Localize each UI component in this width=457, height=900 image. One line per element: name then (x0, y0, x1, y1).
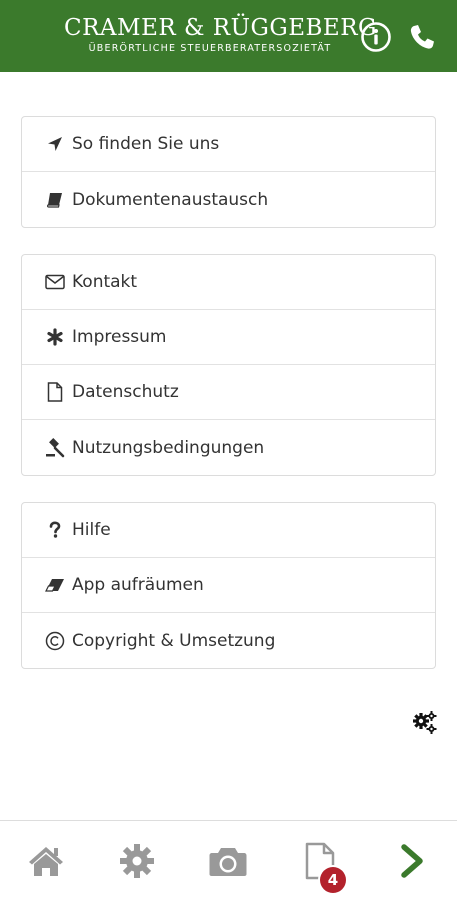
menu-group-app: Hilfe App aufräumen Copyright & Umsetzun… (21, 502, 436, 669)
gears-icon (413, 711, 437, 734)
tab-next[interactable] (392, 841, 432, 881)
chevron-right-icon (401, 844, 423, 878)
menu-item-contact[interactable]: Kontakt (22, 255, 435, 310)
tab-home[interactable] (26, 841, 66, 881)
menu-item-imprint[interactable]: Impressum (22, 310, 435, 365)
menu-item-label: Hilfe (72, 520, 111, 540)
info-circle-icon (361, 22, 391, 52)
phone-button[interactable] (406, 21, 438, 53)
camera-icon (209, 848, 247, 876)
menu-item-label: So finden Sie uns (72, 134, 220, 154)
menu-item-document-exchange[interactable]: Dokumentenaustausch (22, 172, 435, 227)
info-button[interactable] (360, 21, 392, 53)
menu-group-location: So finden Sie uns Dokumentenaustausch (21, 116, 436, 228)
menu-item-help[interactable]: Hilfe (22, 503, 435, 558)
menu-item-label: Datenschutz (72, 382, 179, 402)
location-arrow-icon (44, 133, 66, 155)
menu-item-label: App aufräumen (72, 575, 204, 595)
document-count-badge: 4 (320, 867, 346, 893)
menu-item-privacy[interactable]: Datenschutz (22, 365, 435, 420)
tab-camera[interactable] (208, 841, 248, 881)
eraser-icon (44, 574, 66, 596)
menu-item-copyright[interactable]: Copyright & Umsetzung (22, 613, 435, 668)
envelope-icon (44, 271, 66, 293)
brand-logo: CRAMER & RÜGGEBERG ÜBERÖRTLICHE STEUERBE… (64, 14, 377, 55)
gear-icon (120, 844, 154, 878)
copyright-icon (44, 630, 66, 652)
brand-title: CRAMER & RÜGGEBERG (64, 15, 377, 41)
menu-item-terms[interactable]: Nutzungsbedingungen (22, 420, 435, 475)
menu-item-label: Dokumentenaustausch (72, 189, 269, 210)
settings-button[interactable] (412, 710, 438, 736)
gavel-icon (44, 437, 66, 459)
menu-item-label: Copyright & Umsetzung (72, 630, 276, 651)
menu-item-cleanup[interactable]: App aufräumen (22, 558, 435, 613)
phone-icon (410, 25, 434, 49)
menu-group-legal: Kontakt Impressum Datenschutz Nutzungsbe… (21, 254, 436, 476)
home-icon (29, 847, 63, 876)
asterisk-icon (44, 326, 66, 348)
brand-subtitle: ÜBERÖRTLICHE STEUERBERATERSOZIETÄT (88, 43, 332, 54)
menu-item-label: Nutzungsbedingungen (72, 437, 265, 458)
menu-item-directions[interactable]: So finden Sie uns (22, 117, 435, 172)
bottom-navigation: 4 (0, 820, 457, 900)
book-icon (44, 189, 66, 211)
question-icon (44, 519, 66, 541)
tab-settings[interactable] (117, 841, 157, 881)
menu-item-label: Impressum (72, 327, 167, 347)
app-header: CRAMER & RÜGGEBERG ÜBERÖRTLICHE STEUERBE… (0, 0, 457, 72)
file-icon (44, 381, 66, 403)
menu-item-label: Kontakt (72, 272, 138, 292)
